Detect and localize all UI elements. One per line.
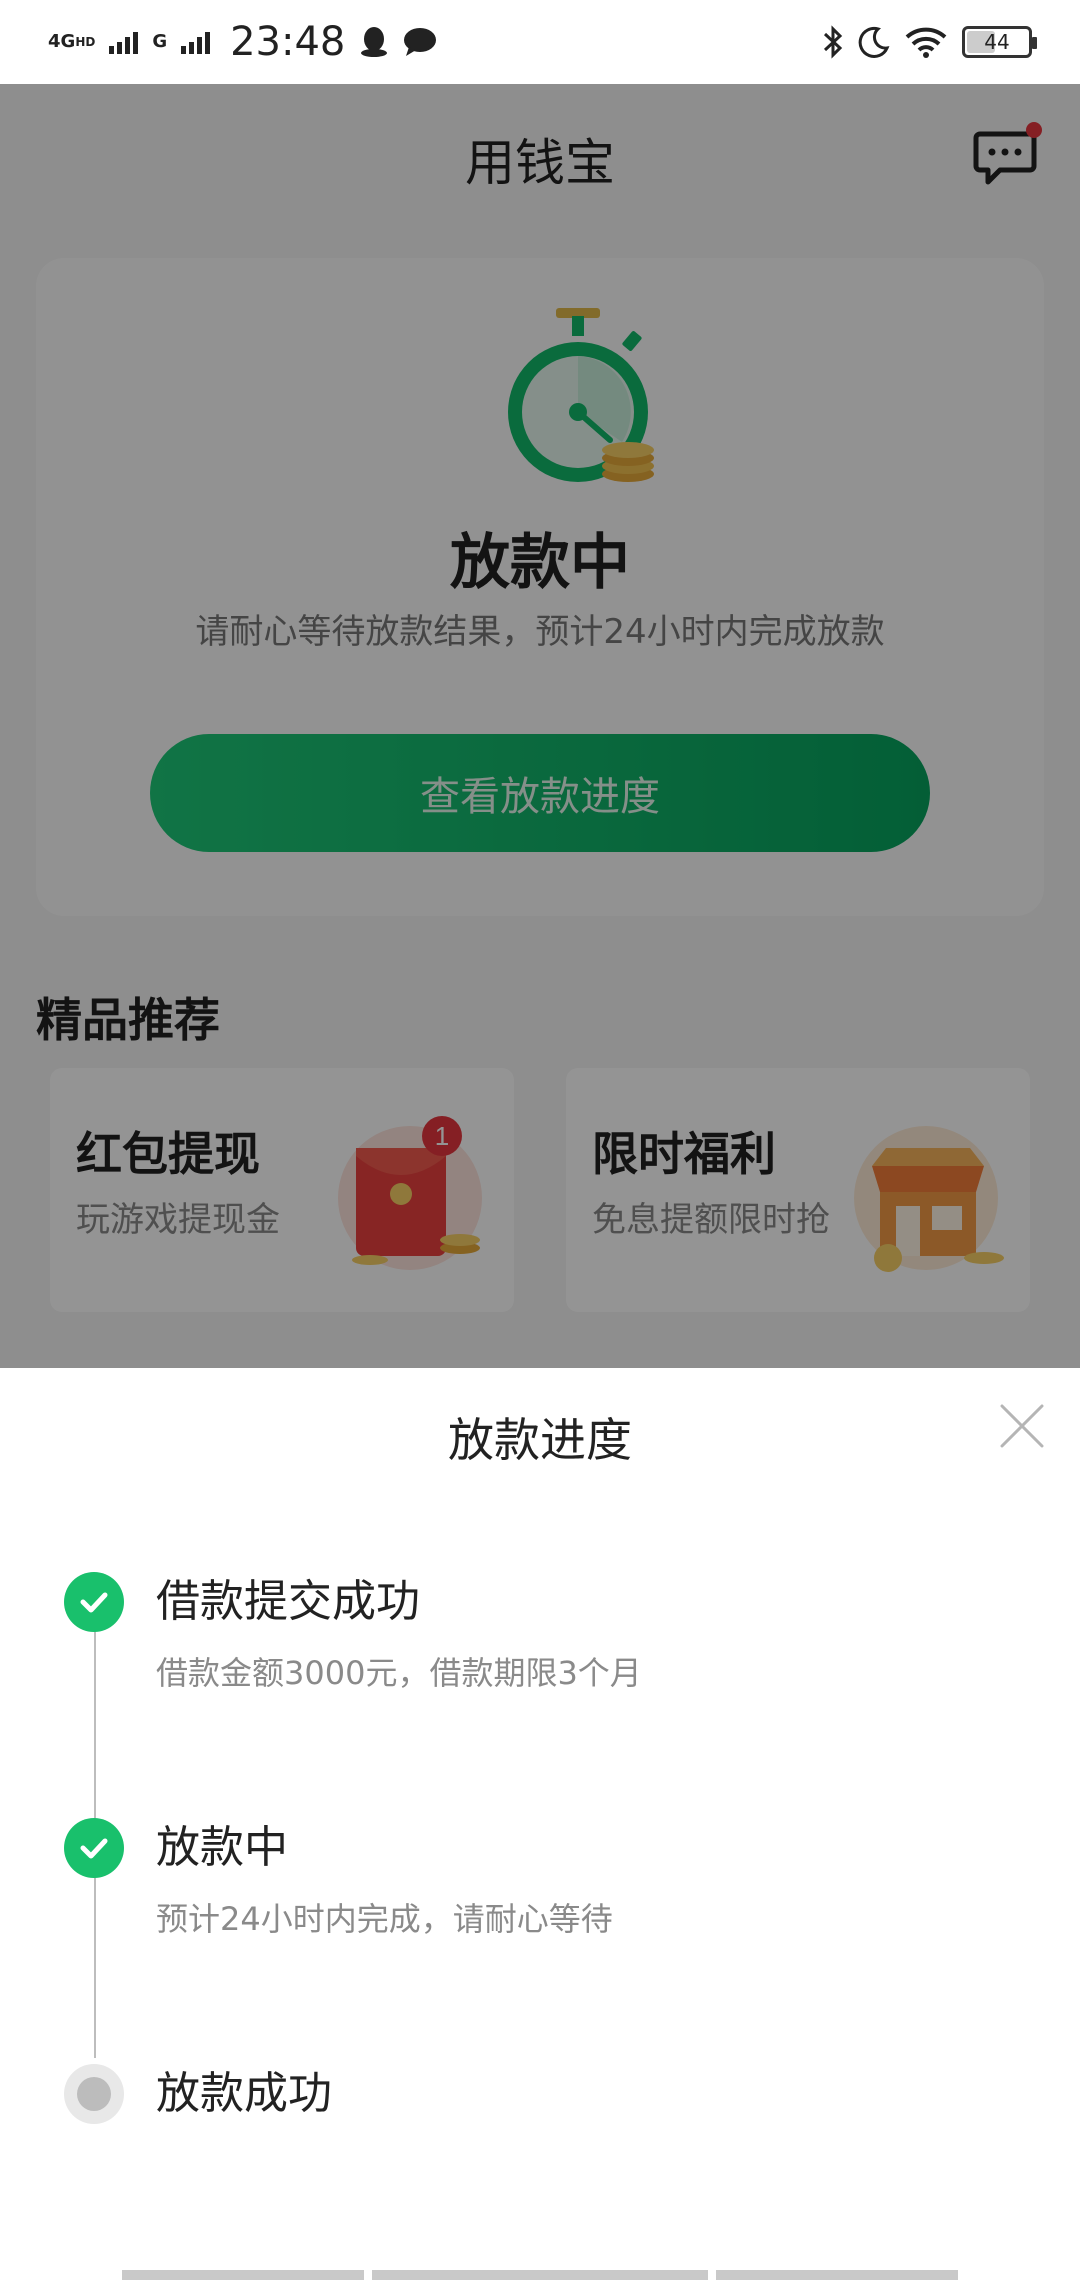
status-bar-right: 44 xyxy=(822,24,1037,60)
status-bar-left: 4GHD G 23:48 xyxy=(48,19,437,65)
chat-bubble-icon xyxy=(404,28,437,56)
close-icon xyxy=(1000,1404,1044,1448)
step-desc: 借款金额3000元，借款期限3个月 xyxy=(156,1654,642,1692)
network-label-2: G xyxy=(152,31,168,52)
step-desc: 预计24小时内完成，请耐心等待 xyxy=(156,1900,613,1938)
wifi-icon xyxy=(905,27,947,58)
nav-bar-segment-right[interactable] xyxy=(716,2270,958,2280)
check-icon xyxy=(64,1818,124,1878)
sheet-title: 放款进度 xyxy=(448,1413,632,1467)
status-bar: 4GHD G 23:48 44 xyxy=(0,0,1080,84)
battery-icon: 44 xyxy=(962,26,1037,58)
progress-sheet: 放款进度 借款提交成功 借款金额3000元，借款期限3个月 放款中 预计24小时… xyxy=(0,1368,1080,2280)
moon-icon xyxy=(858,26,890,58)
step-title: 放款中 xyxy=(156,1822,288,1873)
step-title: 借款提交成功 xyxy=(156,1576,420,1627)
close-button[interactable] xyxy=(994,1398,1050,1454)
signal-bars-2-icon xyxy=(181,30,211,54)
check-icon xyxy=(64,1572,124,1632)
nav-bar-segment-center[interactable] xyxy=(372,2270,708,2280)
pending-dot-icon xyxy=(64,2064,124,2124)
nav-bar-segment-left[interactable] xyxy=(122,2270,364,2280)
network-label-1-sup: HD xyxy=(75,35,96,49)
network-label-1: 4G xyxy=(48,31,76,52)
step-title: 放款成功 xyxy=(156,2068,332,2119)
clock-time: 23:48 xyxy=(230,19,346,65)
modal-overlay[interactable] xyxy=(0,84,1080,1368)
bluetooth-icon xyxy=(823,25,843,59)
qq-icon xyxy=(361,27,388,57)
battery-level: 44 xyxy=(984,30,1010,54)
network-indicator-1: 4GHD xyxy=(48,33,95,51)
signal-bars-1-icon xyxy=(109,30,139,54)
